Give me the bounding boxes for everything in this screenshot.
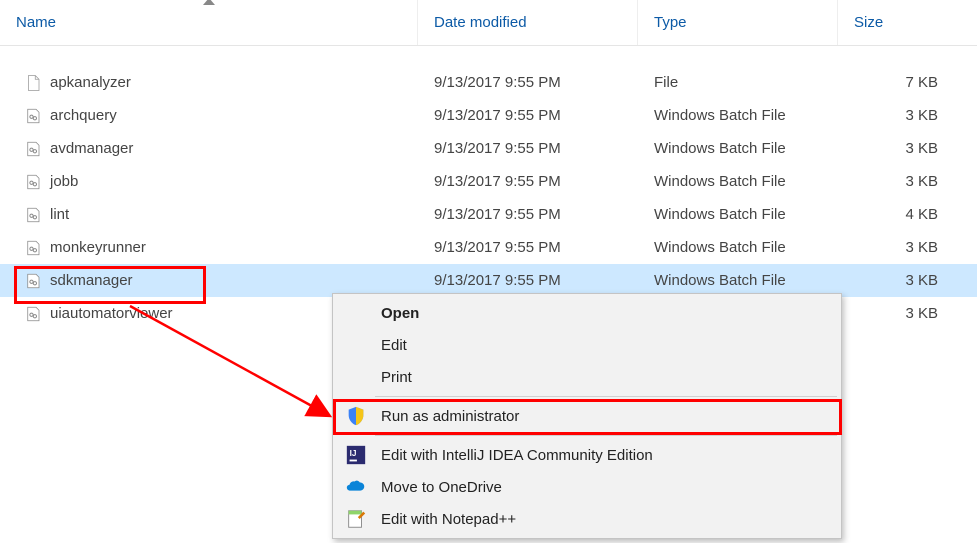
file-name-cell: archquery [0,107,418,125]
file-icon [24,74,42,92]
context-menu-run-as-admin[interactable]: Run as administrator [335,400,839,432]
file-type-label: Windows Batch File [638,140,838,157]
column-header-row: Name Date modified Type Size [0,0,977,46]
column-header-name[interactable]: Name [0,0,418,45]
file-date-label: 9/13/2017 9:55 PM [418,206,638,223]
batch-file-icon [24,206,42,224]
file-size-label: 3 KB [838,272,958,289]
file-name-label: uiautomatorviewer [50,305,173,322]
file-type-label: Windows Batch File [638,173,838,190]
column-header-type[interactable]: Type [638,0,838,45]
file-size-label: 3 KB [838,305,958,322]
column-header-name-label: Name [16,14,56,31]
file-type-label: Windows Batch File [638,272,838,289]
context-menu-edit-label: Edit [381,337,407,354]
file-row[interactable]: lint 9/13/2017 9:55 PMWindows Batch File4… [0,198,977,231]
file-size-label: 3 KB [838,239,958,256]
file-name-label: avdmanager [50,140,133,157]
sort-ascending-icon [203,0,215,5]
file-name-cell: monkeyrunner [0,239,418,257]
file-name-cell: lint [0,206,418,224]
file-type-label: Windows Batch File [638,239,838,256]
file-name-label: monkeyrunner [50,239,146,256]
column-header-size-label: Size [854,14,883,31]
context-menu-edit-intellij[interactable]: IJ Edit with IntelliJ IDEA Community Edi… [335,439,839,471]
file-date-label: 9/13/2017 9:55 PM [418,173,638,190]
file-date-label: 9/13/2017 9:55 PM [418,239,638,256]
file-type-label: Windows Batch File [638,206,838,223]
context-menu-run-as-admin-label: Run as administrator [381,408,519,425]
file-date-label: 9/13/2017 9:55 PM [418,74,638,91]
batch-file-icon [24,305,42,323]
context-menu-print-label: Print [381,369,412,386]
file-date-label: 9/13/2017 9:55 PM [418,140,638,157]
context-menu-move-onedrive-label: Move to OneDrive [381,479,502,496]
file-name-label: sdkmanager [50,272,133,289]
column-header-date[interactable]: Date modified [418,0,638,45]
notepadpp-icon [345,508,367,530]
context-menu-open-label: Open [381,305,419,322]
context-menu-edit[interactable]: Edit [335,329,839,361]
file-name-cell: sdkmanager [0,272,418,290]
context-menu-separator [375,396,837,397]
column-header-date-label: Date modified [434,14,527,31]
file-row[interactable]: apkanalyzer 9/13/2017 9:55 PMFile7 KB [0,66,977,99]
file-row[interactable]: monkeyrunner 9/13/2017 9:55 PMWindows Bat… [0,231,977,264]
svg-text:IJ: IJ [350,449,357,458]
file-date-label: 9/13/2017 9:55 PM [418,107,638,124]
context-menu-separator [375,435,837,436]
batch-file-icon [24,140,42,158]
batch-file-icon [24,173,42,191]
file-row[interactable]: avdmanager 9/13/2017 9:55 PMWindows Batch… [0,132,977,165]
file-type-label: File [638,74,838,91]
onedrive-icon [345,476,367,498]
context-menu-edit-notepadpp[interactable]: Edit with Notepad++ [335,503,839,535]
batch-file-icon [24,107,42,125]
file-list: apkanalyzer9/13/2017 9:55 PMFile7 KBarch… [0,46,977,330]
file-name-cell: jobb [0,173,418,191]
file-size-label: 3 KB [838,173,958,190]
file-row[interactable]: jobb 9/13/2017 9:55 PMWindows Batch File3… [0,165,977,198]
file-size-label: 3 KB [838,140,958,157]
file-name-label: lint [50,206,69,223]
column-header-size[interactable]: Size [838,0,958,45]
file-row[interactable]: archquery 9/13/2017 9:55 PMWindows Batch … [0,99,977,132]
context-menu-edit-intellij-label: Edit with IntelliJ IDEA Community Editio… [381,447,653,464]
file-name-label: jobb [50,173,78,190]
context-menu-print[interactable]: Print [335,361,839,393]
batch-file-icon [24,272,42,290]
file-size-label: 3 KB [838,107,958,124]
file-name-label: archquery [50,107,117,124]
file-name-label: apkanalyzer [50,74,131,91]
context-menu-edit-notepadpp-label: Edit with Notepad++ [381,511,516,528]
file-date-label: 9/13/2017 9:55 PM [418,272,638,289]
batch-file-icon [24,239,42,257]
context-menu-move-onedrive[interactable]: Move to OneDrive [335,471,839,503]
file-name-cell: apkanalyzer [0,74,418,92]
file-name-cell: avdmanager [0,140,418,158]
shield-icon [345,405,367,427]
file-type-label: Windows Batch File [638,107,838,124]
file-size-label: 7 KB [838,74,958,91]
context-menu: Open Edit Print Run as administrator IJ … [332,293,842,539]
file-size-label: 4 KB [838,206,958,223]
context-menu-open[interactable]: Open [335,297,839,329]
column-header-type-label: Type [654,14,687,31]
intellij-icon: IJ [345,444,367,466]
